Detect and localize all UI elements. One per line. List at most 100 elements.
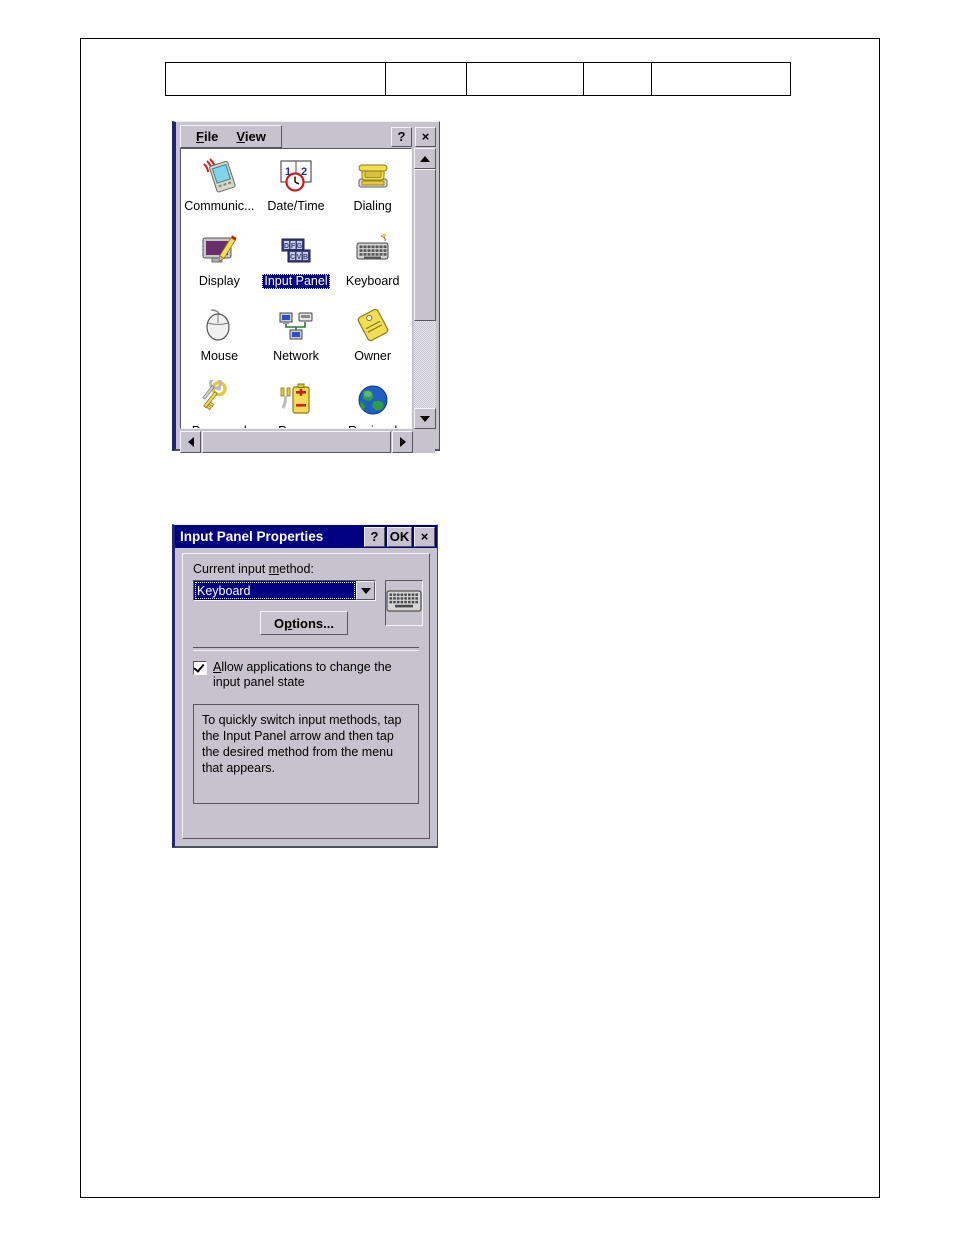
menu-item-file[interactable]: File [187, 128, 227, 145]
scroll-right-arrow-icon[interactable] [392, 431, 413, 453]
cp-item-label: Display [198, 274, 240, 288]
vertical-scroll-track[interactable] [414, 169, 436, 408]
battery-plug-icon [274, 378, 318, 422]
cp-item-keyboard[interactable]: Keyboard [334, 228, 411, 303]
cp-item-label: Communic... [184, 199, 255, 213]
table-cell-1 [165, 62, 386, 96]
dialog-help-button[interactable]: ? [364, 526, 385, 547]
options-button[interactable]: Op tions... [260, 611, 348, 635]
close-button[interactable]: × [415, 126, 436, 147]
key-icon [197, 378, 241, 422]
label-accel: m [268, 562, 280, 576]
menu-item-view[interactable]: View [227, 128, 274, 145]
input-method-preview [385, 580, 423, 626]
cp-item-mouse[interactable]: Mouse [181, 303, 258, 378]
menu-file-accel: F [196, 129, 204, 144]
telephone-icon [351, 153, 395, 197]
menu-file-rest: ile [203, 129, 219, 144]
svg-text:V: V [297, 254, 302, 261]
cp-item-password[interactable]: Password [181, 378, 258, 428]
control-panel-menubar: File View ? × [176, 122, 439, 148]
cp-item-label: Regional [346, 424, 399, 428]
dialog-close-button[interactable]: × [414, 526, 435, 547]
scroll-down-arrow-icon[interactable] [414, 408, 436, 429]
table-cell-4 [583, 62, 652, 96]
control-panel-window: File View ? × Communic... 1 2 Date/Time … [172, 121, 440, 453]
help-button[interactable]: ? [391, 126, 412, 147]
cp-item-communications[interactable]: Communic... [181, 153, 258, 228]
vertical-scrollbar[interactable] [414, 148, 436, 429]
table-cell-3 [466, 62, 584, 96]
current-input-method-label: Current input method: [193, 562, 419, 576]
cp-item-label: Network [273, 349, 319, 363]
menu-group: File View [180, 125, 282, 148]
separator [193, 647, 419, 651]
pda-antenna-icon [197, 153, 241, 197]
cp-item-owner[interactable]: Owner [334, 303, 411, 378]
options-label-accel: p [284, 615, 293, 631]
label-pre: Current input [193, 562, 269, 576]
cp-item-label: Keyboard [345, 274, 400, 288]
options-row: Op tions... [193, 611, 376, 635]
calendar-clock-icon: 1 2 [274, 153, 318, 197]
cp-item-date-time[interactable]: 1 2 Date/Time [258, 153, 335, 228]
cp-item-regional[interactable]: Regional [334, 378, 411, 428]
cp-item-input-panel[interactable]: D F G C V B Input Panel [258, 228, 335, 303]
cp-item-label: Date/Time [267, 199, 325, 213]
cp-item-label: Mouse [200, 349, 239, 363]
options-label-pre: O [274, 615, 285, 631]
dialog-ok-button[interactable]: OK [387, 526, 412, 547]
name-tag-icon [351, 303, 395, 347]
allow-label-line2: input panel state [213, 675, 305, 689]
cp-item-power[interactable]: Power [258, 378, 335, 428]
cp-item-label: Owner [354, 349, 392, 363]
cp-item-dialing[interactable]: Dialing [334, 153, 411, 228]
menu-view-rest: iew [244, 129, 266, 144]
keyboard-icon [351, 228, 395, 272]
mouse-icon [197, 303, 241, 347]
vertical-scroll-thumb[interactable] [414, 169, 436, 321]
label-post: ethod: [279, 562, 314, 576]
input-method-row: Keyboard Op tions... [193, 580, 423, 635]
table-cell-5 [651, 62, 791, 96]
icon-grid: Communic... 1 2 Date/Time Dialing Displa… [181, 149, 411, 428]
svg-text:F: F [291, 243, 296, 250]
globe-icon [351, 378, 395, 422]
input-panel-properties-dialog: Input Panel Properties ? OK × Input Pane… [172, 524, 438, 848]
svg-text:C: C [290, 254, 295, 261]
svg-text:D: D [284, 243, 289, 250]
horizontal-scroll-thumb[interactable] [202, 431, 391, 453]
input-method-combobox[interactable]: Keyboard [193, 580, 376, 601]
menu-view-accel: V [236, 129, 245, 144]
chevron-down-icon[interactable] [356, 581, 375, 600]
table-cell-2 [385, 62, 467, 96]
dialog-titlebar: Input Panel Properties ? OK × [175, 525, 437, 548]
dialog-title-buttons: ? OK × [364, 526, 437, 547]
window-title-buttons: ? × [391, 126, 437, 147]
tab-page-input-panel: Current input method: Keyboard Op tions..… [182, 553, 430, 839]
cp-item-network[interactable]: Network [258, 303, 335, 378]
monitor-pencil-icon [197, 228, 241, 272]
input-method-value: Keyboard [194, 581, 356, 600]
allow-apps-checkbox[interactable] [193, 661, 207, 675]
allow-label-line1: llow applications to change the [221, 660, 392, 674]
cp-item-label: Password [190, 424, 249, 428]
dialog-title: Input Panel Properties [180, 529, 324, 544]
scroll-left-arrow-icon[interactable] [180, 431, 201, 453]
control-panel-client-area: Communic... 1 2 Date/Time Dialing Displa… [176, 148, 439, 453]
svg-text:G: G [297, 243, 303, 250]
allow-apps-label: Allow applications to change the input pa… [213, 660, 392, 690]
document-header-table [165, 62, 791, 96]
scroll-up-arrow-icon[interactable] [414, 148, 436, 169]
info-text-box: To quickly switch input methods, tap the… [193, 704, 419, 804]
horizontal-scrollbar[interactable] [180, 431, 435, 453]
keyboard-preview-icon [386, 589, 422, 618]
cp-item-label: Power [276, 424, 315, 428]
allow-apps-checkbox-row[interactable]: Allow applications to change the input pa… [193, 660, 419, 690]
soft-keyboard-icon: D F G C V B [274, 228, 318, 272]
cp-item-display[interactable]: Display [181, 228, 258, 303]
cp-item-label: Input Panel [262, 274, 330, 289]
network-icon [274, 303, 318, 347]
control-panel-icon-list: Communic... 1 2 Date/Time Dialing Displa… [180, 148, 412, 429]
svg-text:B: B [303, 254, 308, 261]
